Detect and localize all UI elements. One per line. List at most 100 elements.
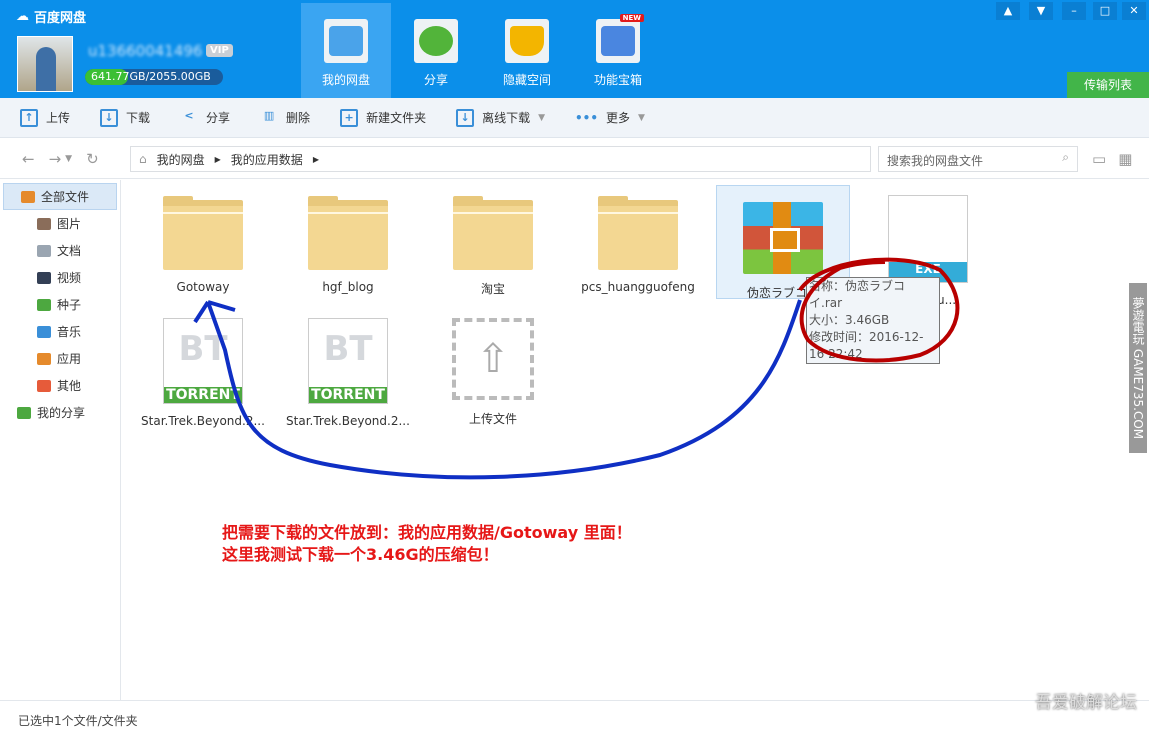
tab-my-disk[interactable]: 我的网盘 — [301, 3, 391, 98]
sidebar-item[interactable]: 全部文件 — [3, 183, 117, 210]
new-folder-icon: + — [340, 108, 359, 127]
file-item[interactable]: BT TORRENT Star.Trek.Beyond.2... — [281, 318, 415, 428]
search-input[interactable]: 搜索我的网盘文件 ⌕ — [878, 146, 1078, 172]
sidebar-item[interactable]: 我的分享 — [0, 399, 120, 426]
quota-total: GB/2055.00GB — [129, 70, 211, 83]
close-button[interactable]: ✕ — [1122, 2, 1146, 20]
history-dropdown-icon[interactable]: ▼ — [65, 150, 72, 168]
delete-button[interactable]: ▥ 删除 — [260, 109, 310, 127]
quota-used: 641.77 — [91, 70, 130, 83]
sidebar-item[interactable]: 视频 — [0, 264, 120, 291]
forward-icon[interactable]: → — [49, 150, 62, 168]
sidebar-item-label: 应用 — [57, 352, 82, 366]
sidebar-item[interactable]: 图片 — [0, 210, 120, 237]
annotation-line: 把需要下载的文件放到：我的应用数据/Gotoway 里面！ — [222, 523, 632, 542]
file-grid: Gotoway hgf_blog 淘宝 pcs_huangguofeng 伪恋ラブコイ E… — [121, 180, 1131, 700]
refresh-icon[interactable]: ↻ — [86, 150, 99, 168]
header: ☁ 百度网盘 u13660041496 VIP 641.77GB/2055.00G… — [0, 0, 1149, 98]
torrent-file-icon: BT TORRENT — [308, 318, 388, 404]
category-icon — [37, 271, 51, 284]
tab-label: 我的网盘 — [321, 73, 370, 87]
file-item[interactable]: Gotoway — [136, 196, 270, 294]
sidebar-item[interactable]: 文档 — [0, 237, 120, 264]
tab-hidden-space[interactable]: 隐藏空间 — [482, 3, 572, 98]
breadcrumb-item[interactable]: 我的网盘 — [157, 151, 205, 168]
file-item[interactable]: pcs_huangguofeng — [571, 196, 705, 294]
rar-archive-icon — [743, 202, 823, 274]
breadcrumb: ⌂ 我的网盘 ▶ 我的应用数据 ▶ — [130, 146, 871, 172]
category-icon — [37, 298, 51, 311]
vip-badge[interactable]: VIP — [206, 44, 233, 57]
upload-icon: ↑ — [20, 108, 38, 127]
category-icon — [37, 352, 51, 365]
minimize-button[interactable]: – — [1062, 2, 1086, 20]
label: 分享 — [206, 111, 231, 125]
share-icon — [419, 26, 453, 56]
transfer-list-button[interactable]: 传输列表 — [1067, 72, 1149, 98]
menu-button[interactable]: ▼ — [1029, 2, 1053, 20]
trash-icon: ▥ — [263, 108, 275, 122]
download-button[interactable]: ↓ 下载 — [100, 108, 151, 127]
file-name: Star.Trek.Beyond.2... — [141, 414, 265, 428]
share-button[interactable]: < 分享 — [180, 109, 230, 127]
folder-icon — [453, 196, 533, 270]
category-icon — [37, 217, 51, 230]
back-icon[interactable]: ← — [22, 150, 35, 168]
sidebar-item-label: 其他 — [57, 379, 82, 393]
status-text: 已选中1个文件/文件夹 — [18, 714, 138, 728]
tooltip-size: 大小：3.46GB — [809, 313, 890, 327]
upload-file-button[interactable]: ⇧ 上传文件 — [426, 318, 560, 427]
share-icon: < — [184, 108, 194, 122]
sidebar-item[interactable]: 音乐 — [0, 318, 120, 345]
search-icon[interactable]: ⌕ — [1062, 150, 1069, 165]
tab-share[interactable]: 分享 — [391, 3, 481, 98]
username: u13660041496 — [88, 42, 203, 60]
folder-icon — [163, 196, 243, 270]
download-icon: ↓ — [100, 108, 119, 127]
file-tag: TORRENT — [164, 387, 242, 403]
list-view-icon[interactable]: ▭ — [1092, 150, 1106, 168]
breadcrumb-item[interactable]: 我的应用数据 — [231, 151, 303, 168]
exe-file-icon: EXE — [888, 195, 968, 283]
offline-download-icon: ↓ — [456, 108, 475, 127]
file-name: pcs_huangguofeng — [581, 280, 695, 294]
maximize-button[interactable]: □ — [1093, 2, 1117, 20]
file-item[interactable]: BT TORRENT Star.Trek.Beyond.2... — [136, 318, 270, 428]
search-placeholder: 搜索我的网盘文件 — [887, 154, 984, 168]
chevron-down-icon: ▼ — [538, 112, 546, 123]
file-item[interactable]: 淘宝 — [426, 196, 560, 297]
sidebar-item[interactable]: 种子 — [0, 291, 120, 318]
offline-download-button[interactable]: ↓ 离线下载 ▼ — [456, 108, 546, 127]
watermark-2: 吾爱破解论坛 — [1035, 693, 1137, 713]
notification-button[interactable]: ▲ — [996, 2, 1020, 20]
avatar[interactable] — [17, 36, 73, 92]
file-item[interactable]: hgf_blog — [281, 196, 415, 294]
chevron-down-icon: ▼ — [638, 112, 645, 123]
sidebar-item-label: 图片 — [57, 217, 82, 231]
quota-bar: 641.77GB/2055.00GB — [85, 69, 223, 85]
label: 新建文件夹 — [366, 111, 427, 125]
status-bar: 已选中1个文件/文件夹 — [0, 700, 1149, 736]
annotation-line: 这里我测试下载一个3.46G的压缩包！ — [222, 545, 499, 564]
tab-label: 功能宝箱 — [593, 73, 642, 87]
sidebar-item-label: 全部文件 — [41, 190, 90, 204]
tab-label: 分享 — [423, 73, 448, 87]
label: 更多 — [606, 111, 631, 125]
new-folder-button[interactable]: + 新建文件夹 — [340, 108, 427, 127]
label: 下载 — [126, 111, 151, 125]
more-button[interactable]: ••• 更多 ▼ — [575, 109, 645, 126]
upload-button[interactable]: ↑ 上传 — [20, 108, 70, 127]
tab-toolbox[interactable]: NEW 功能宝箱 — [573, 3, 663, 98]
sidebar-item[interactable]: 应用 — [0, 345, 120, 372]
file-tooltip: 名称：伪恋ラブコイ.rar 大小：3.46GB 修改时间：2016-12-16 22… — [806, 277, 940, 364]
sidebar-item[interactable]: 其他 — [0, 372, 120, 399]
home-icon[interactable]: ⌂ — [139, 152, 147, 166]
sidebar-item-label: 文档 — [57, 244, 82, 258]
tooltip-modified: 修改时间：2016-12-16 22:42 — [809, 330, 924, 361]
bt-glyph: BT — [178, 329, 228, 369]
torrent-file-icon: BT TORRENT — [163, 318, 243, 404]
file-tag: TORRENT — [309, 387, 387, 403]
category-icon — [37, 244, 51, 257]
grid-view-icon[interactable]: ▦ — [1118, 150, 1132, 168]
category-icon — [17, 406, 31, 419]
